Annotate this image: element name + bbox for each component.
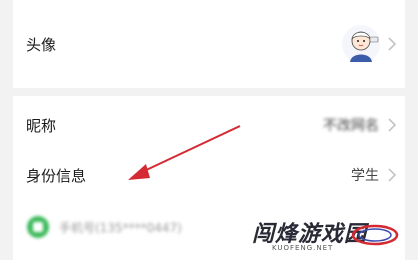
avatar-card: 头像 [13, 0, 405, 88]
nickname-value: 不改网名 [323, 118, 379, 134]
chevron-right-icon [388, 37, 397, 51]
avatar-row[interactable]: 头像 [13, 15, 405, 73]
swoosh-icon [351, 224, 399, 246]
wechat-icon [27, 216, 49, 238]
identity-label: 身份信息 [26, 166, 87, 185]
avatar[interactable] [341, 24, 381, 64]
watermark-logo: 闯烽游戏园 KUOFENG.NET [252, 216, 402, 256]
nickname-label: 昵称 [26, 116, 57, 135]
chevron-right-icon [388, 118, 397, 132]
identity-row[interactable]: 身份信息 学生 [13, 146, 405, 204]
watermark-subtitle: KUOFENG.NET [272, 244, 334, 252]
chevron-right-icon [388, 168, 397, 182]
avatar-label: 头像 [26, 35, 57, 54]
identity-value: 学生 [351, 168, 379, 184]
profile-settings-page: 头像 昵称 不改网名 身份信息 学生 手机号(135****0447) 闯烽游戏… [0, 0, 418, 260]
phone-text: 手机号(135****0447) [59, 221, 182, 235]
